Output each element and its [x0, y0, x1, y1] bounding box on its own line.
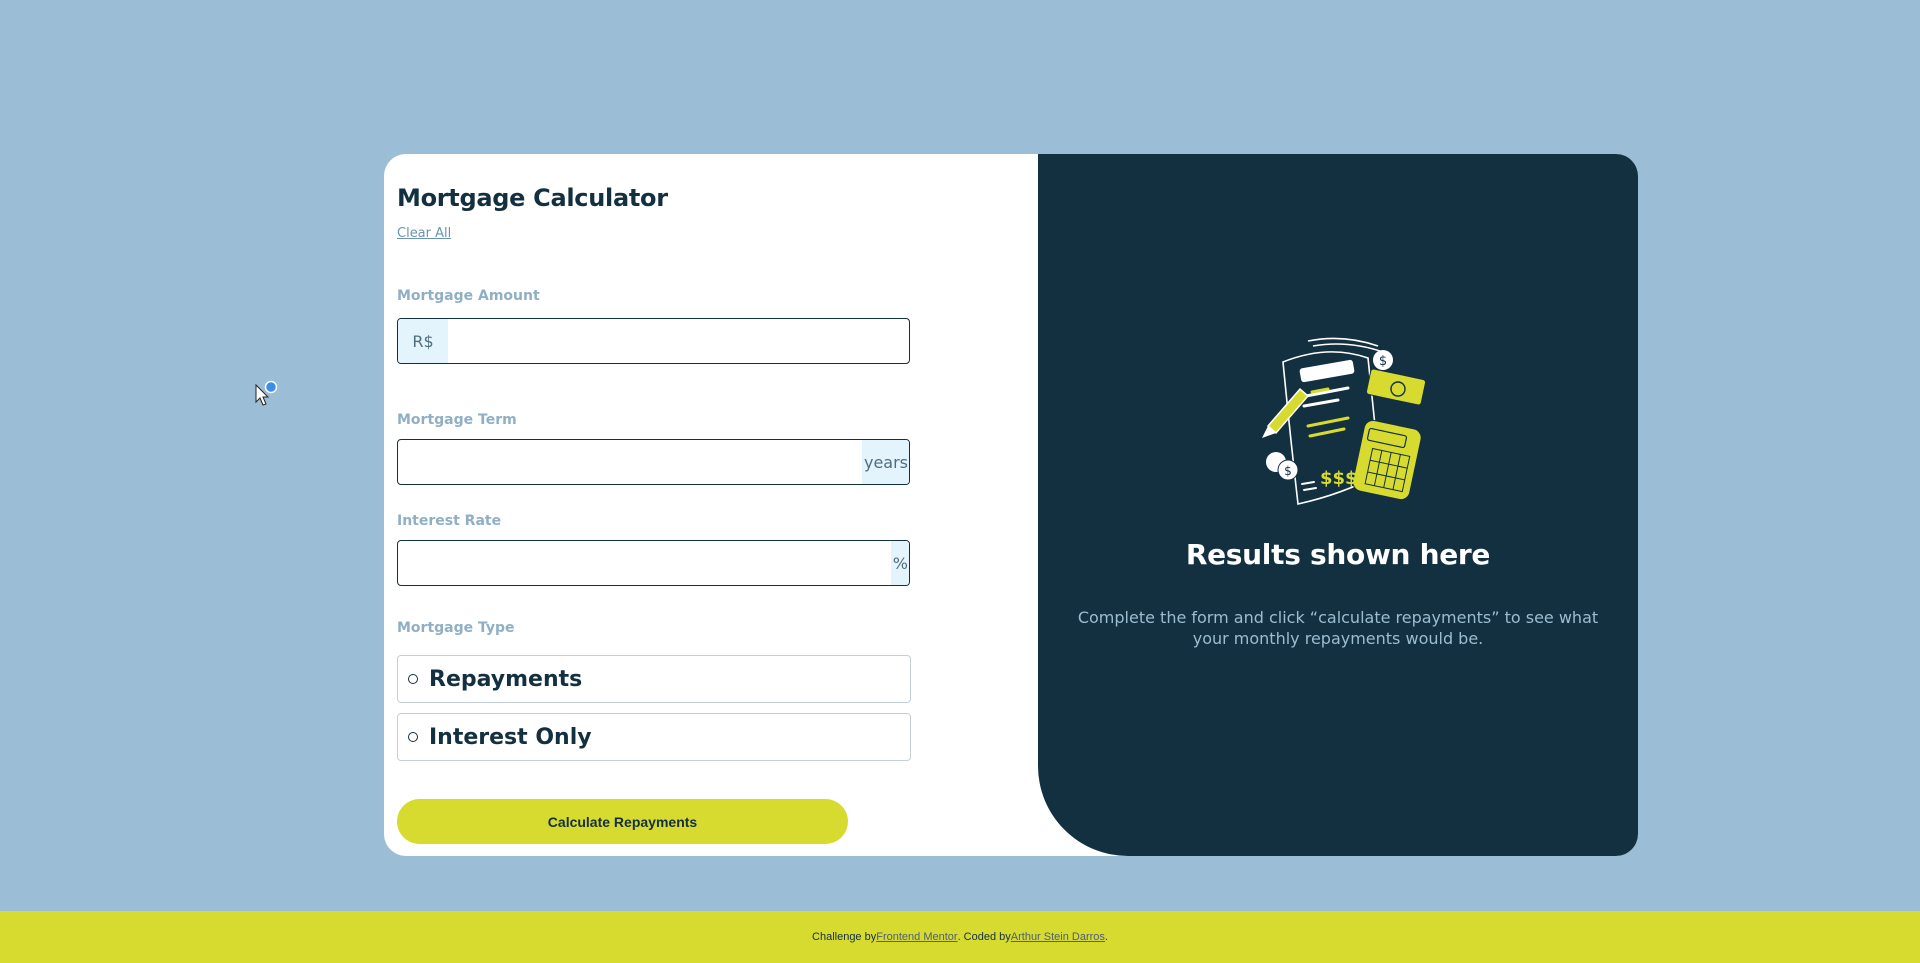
currency-prefix: R$: [398, 319, 448, 363]
radio-circle-icon: [408, 732, 418, 742]
mortgage-term-input[interactable]: [398, 440, 862, 484]
mortgage-term-field: years: [397, 439, 910, 485]
results-panel: $ $ $$$ Results shown here Complete the …: [1038, 154, 1638, 856]
radio-repayments-label: Repayments: [429, 666, 583, 692]
svg-text:$: $: [1379, 354, 1387, 369]
radio-repayments[interactable]: Repayments: [397, 655, 911, 703]
mortgage-form: Mortgage Calculator Clear All Mortgage A…: [397, 154, 1037, 856]
cursor-pointer-icon: [255, 380, 278, 406]
calculator-card: Mortgage Calculator Clear All Mortgage A…: [384, 154, 1638, 856]
mortgage-amount-input[interactable]: [448, 319, 909, 363]
radio-circle-icon: [408, 674, 418, 684]
attribution-footer: Challenge by Frontend Mentor. Coded by Art…: [0, 911, 1920, 963]
illustration-empty-icon: $ $ $$$: [1262, 337, 1427, 505]
interest-rate-label: Interest Rate: [397, 513, 502, 529]
frontend-mentor-link[interactable]: Frontend Mentor: [876, 931, 957, 943]
clear-all-link[interactable]: Clear All: [397, 226, 451, 241]
footer-prefix: Challenge by: [812, 931, 877, 943]
radio-interest-only[interactable]: Interest Only: [397, 713, 911, 761]
author-link[interactable]: Arthur Stein Darros: [1011, 931, 1105, 943]
percent-suffix: %: [890, 541, 909, 585]
page-title: Mortgage Calculator: [397, 184, 668, 212]
mortgage-type-label: Mortgage Type: [397, 620, 515, 636]
mortgage-term-label: Mortgage Term: [397, 412, 517, 428]
footer-suffix: .: [1104, 931, 1108, 943]
results-description: Complete the form and click “calculate r…: [1077, 608, 1599, 648]
mortgage-amount-field: R$: [397, 318, 910, 364]
interest-rate-field: %: [397, 540, 910, 586]
footer-middle: . Coded by: [957, 931, 1011, 943]
years-suffix: years: [861, 440, 909, 484]
interest-rate-input[interactable]: [398, 541, 891, 585]
results-title: Results shown here: [1185, 538, 1491, 571]
mortgage-amount-label: Mortgage Amount: [397, 288, 540, 304]
svg-text:$: $: [1284, 464, 1292, 478]
svg-text:$$$: $$$: [1320, 468, 1358, 489]
radio-interest-only-label: Interest Only: [429, 724, 592, 750]
calculate-repayments-button[interactable]: Calculate Repayments: [397, 799, 848, 844]
